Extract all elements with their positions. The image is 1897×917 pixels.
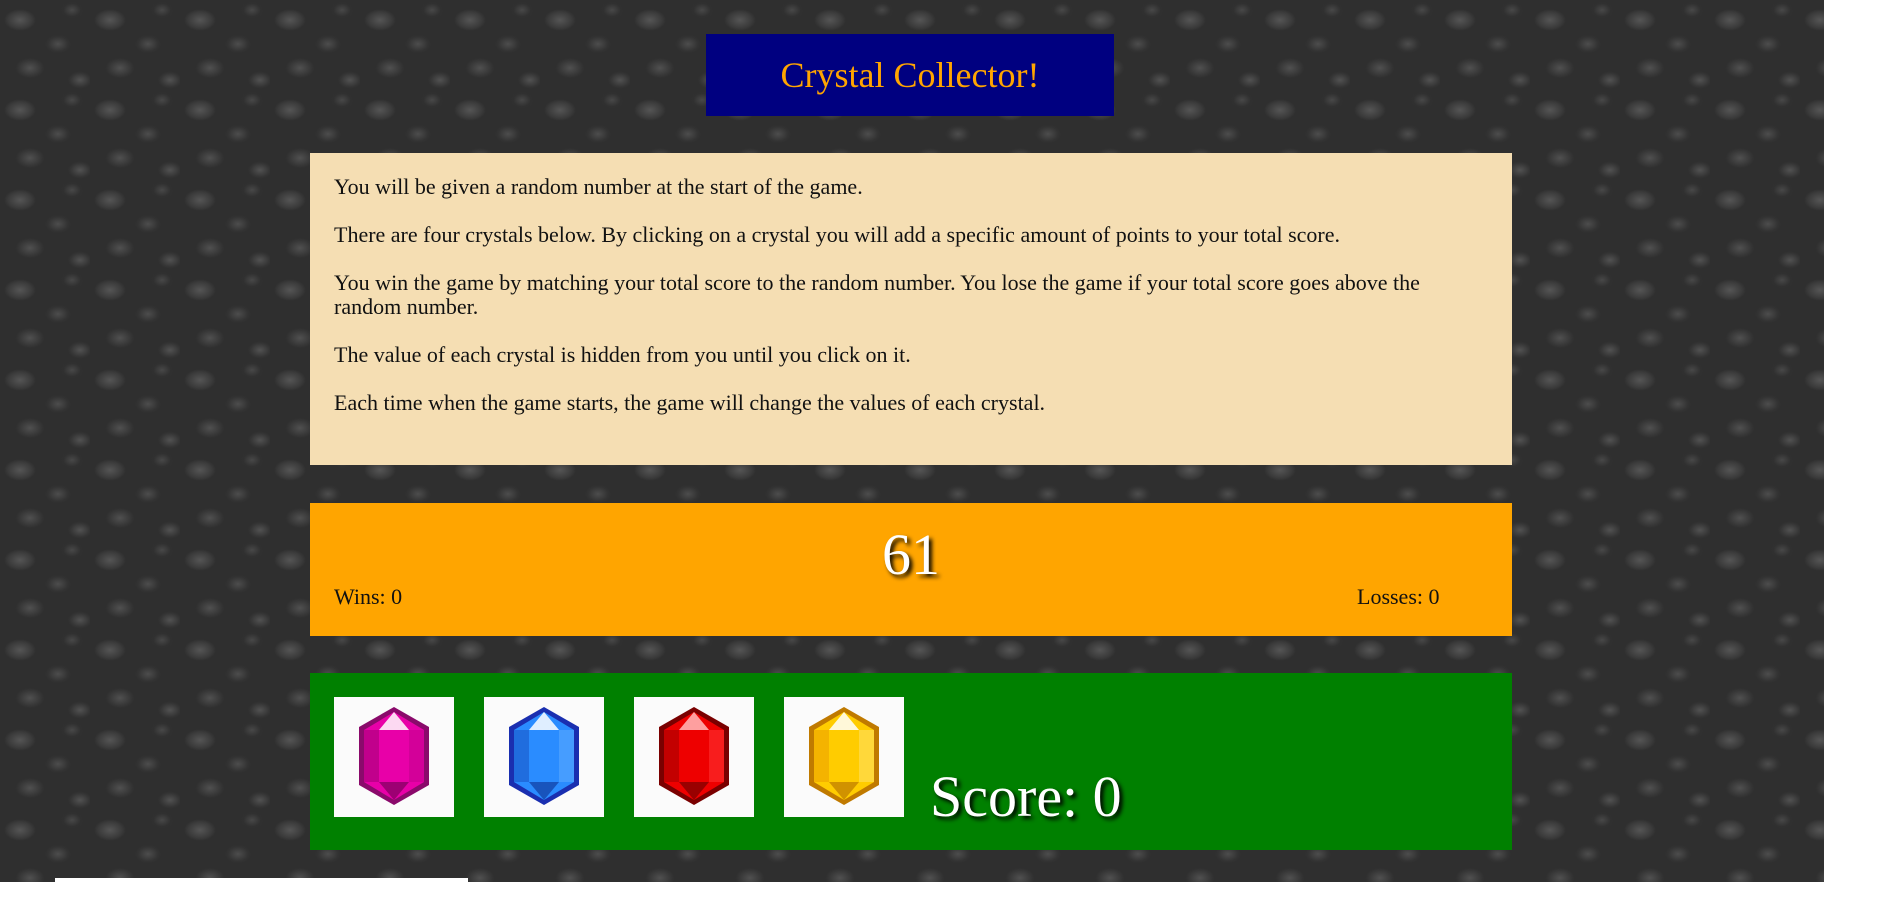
pink-crystal-icon <box>359 707 429 805</box>
crystal-button-yellow[interactable] <box>784 697 904 817</box>
target-number: 61 <box>882 522 940 587</box>
losses-counter: Losses: 0 <box>1357 584 1440 609</box>
instruction-5: Each time when the game starts, the game… <box>334 390 1046 415</box>
game-page: Crystal Collector! You will be given a r… <box>0 0 1897 917</box>
instruction-1: You will be given a random number at the… <box>334 174 863 199</box>
red-crystal-icon <box>659 707 729 805</box>
page-title: Crystal Collector! <box>780 55 1040 95</box>
wins-counter: Wins: 0 <box>334 584 403 609</box>
instruction-3: You win the game by matching your total … <box>334 270 1420 319</box>
instruction-4: The value of each crystal is hidden from… <box>334 342 911 367</box>
target-panel: 61 Wins: 0 Losses: 0 <box>310 503 1512 636</box>
instructions-panel: You will be given a random number at the… <box>310 153 1512 465</box>
instruction-2: There are four crystals below. By clicki… <box>334 222 1341 247</box>
title-banner: Crystal Collector! <box>706 34 1114 116</box>
crystal-button-pink[interactable] <box>334 697 454 817</box>
yellow-crystal-icon <box>809 707 879 805</box>
crystal-button-blue[interactable] <box>484 697 604 817</box>
score-display: Score: 0 <box>930 764 1122 829</box>
crystal-button-red[interactable] <box>634 697 754 817</box>
bottom-strip <box>55 878 468 884</box>
blue-crystal-icon <box>509 707 579 805</box>
crystal-panel: Score: 0 <box>310 673 1512 850</box>
